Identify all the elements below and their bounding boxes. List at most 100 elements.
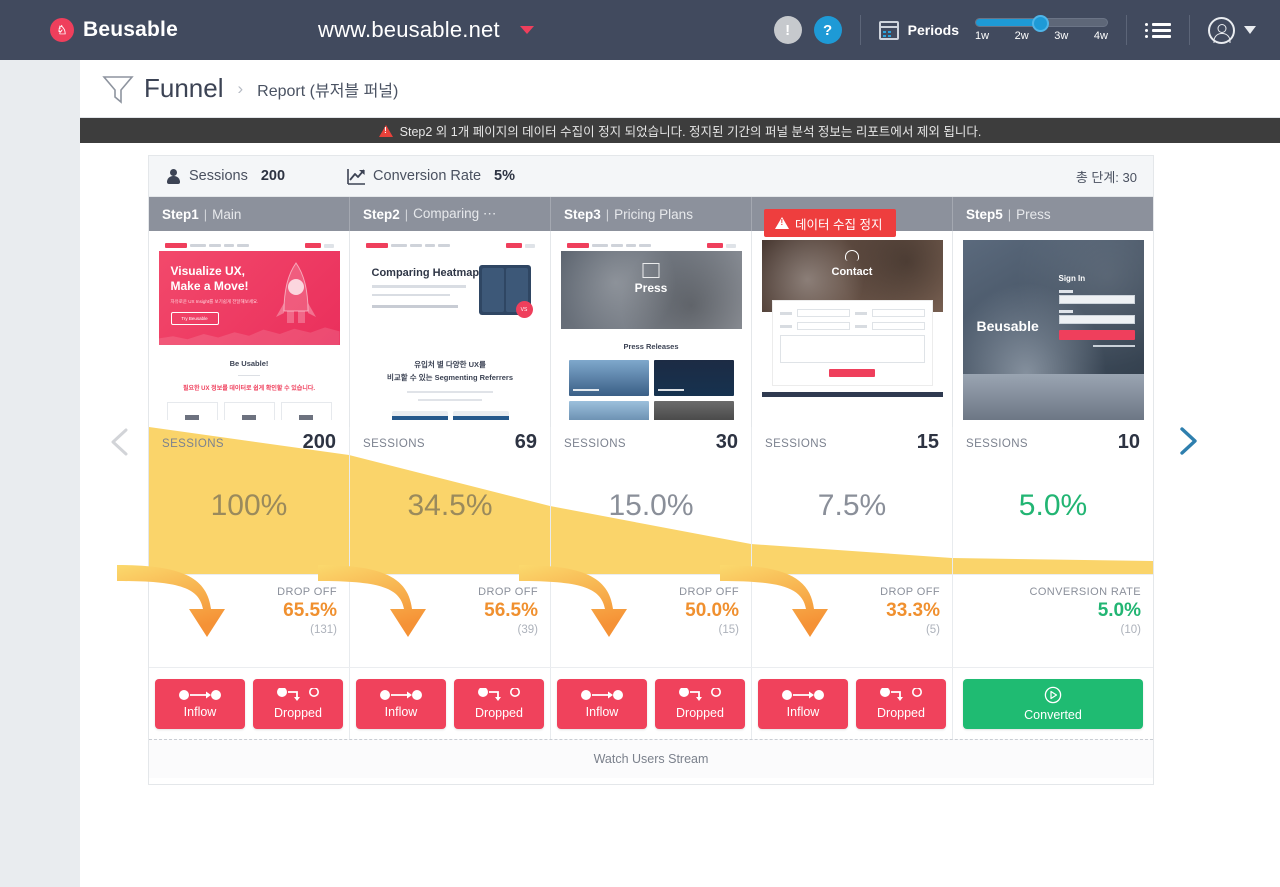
beusable-mark-icon: ♘ <box>50 18 74 42</box>
badge-warning-icon <box>775 217 789 229</box>
watch-users-stream-link[interactable]: Watch Users Stream <box>594 752 709 766</box>
step-header-2[interactable]: Step2 | Comparing ⋯ <box>350 197 551 231</box>
thumb2-section-line2: 비교할 수 있는 Segmenting Referrers <box>386 372 513 382</box>
thumb1-section-title: Be Usable! <box>229 359 269 368</box>
step-name: Press <box>1016 206 1051 222</box>
inflow-icon <box>380 689 422 700</box>
site-url-caret-icon[interactable] <box>520 26 534 34</box>
inflow-label-1: Inflow <box>183 704 217 719</box>
page-thumbnail-step5[interactable]: Beusable Sign In <box>962 240 1144 420</box>
inflow-button-2[interactable]: Inflow <box>356 678 446 729</box>
site-url-label[interactable]: www.beusable.net <box>318 17 500 43</box>
thumb5-signin-title: Sign In <box>1058 274 1086 283</box>
conversion-summary: Conversion Rate 5% <box>347 168 515 185</box>
percent-value-2: 34.5% <box>407 489 493 522</box>
dropped-label-3: Dropped <box>676 705 724 720</box>
dropped-button-1[interactable]: Dropped <box>253 678 343 729</box>
footer-strip: Watch Users Stream <box>149 739 1153 778</box>
step-header-3[interactable]: Step3 | Pricing Plans <box>551 197 752 231</box>
dropped-icon <box>880 687 922 701</box>
dropped-button-4[interactable]: Dropped <box>856 678 946 729</box>
thumbnail-cell-2[interactable]: Comparing Heatmaps VS 유입처 별 다양한 UX를 비교할 … <box>350 231 551 427</box>
period-tick-4w[interactable]: 4w <box>1094 30 1108 42</box>
dropoff-arrow-icon <box>318 565 426 637</box>
thumbnail-cell-3[interactable]: Press Press Releases <box>551 231 752 427</box>
step-divider: | <box>1007 206 1012 222</box>
help-icon[interactable]: ? <box>813 16 842 44</box>
step-number: Step3 <box>564 206 601 222</box>
inflow-button-3[interactable]: Inflow <box>557 678 647 729</box>
thumbnail-cell-5[interactable]: Beusable Sign In <box>953 231 1153 427</box>
page-thumbnail-step4[interactable]: Contact <box>761 240 943 420</box>
action-button-row: Inflow Dropped Inflow Dropped Inflow Dro… <box>149 667 1153 739</box>
warning-icon <box>378 124 393 137</box>
dropped-label-1: Dropped <box>274 705 322 720</box>
action-cell-3: Inflow Dropped <box>551 668 752 739</box>
play-circle-icon <box>1044 686 1062 703</box>
slider-track[interactable] <box>975 15 1108 32</box>
dropped-button-2[interactable]: Dropped <box>454 678 544 729</box>
thumb5-brand: Beusable <box>976 318 1039 334</box>
step-header-row: Step1 | Main Step2 | Comparing ⋯ Step3 |… <box>149 197 1153 231</box>
inflow-button-1[interactable]: Inflow <box>155 678 245 729</box>
dropped-button-3[interactable]: Dropped <box>655 678 745 729</box>
inflow-icon <box>782 689 824 700</box>
summary-bar: Sessions 200 Conversion Rate 5% 총 단계: 30 <box>149 156 1153 197</box>
dropoff-arrow-icon <box>519 565 627 637</box>
period-tick-2w[interactable]: 2w <box>1015 30 1029 42</box>
conversion-rate-count: (10) <box>1120 624 1141 636</box>
sessions-label-4: SESSIONS <box>765 438 827 450</box>
percent-value-4: 7.5% <box>817 489 887 522</box>
converted-button[interactable]: Converted <box>963 678 1143 729</box>
thumb2-section-line1: 유입처 별 다양한 UX를 <box>414 360 486 369</box>
step-name: Comparing ⋯ <box>413 206 497 221</box>
step-name: Pricing Plans <box>614 206 693 222</box>
inflow-icon <box>179 689 221 700</box>
list-icon[interactable] <box>1145 22 1171 38</box>
thumbnail-cell-4[interactable]: 데이터 수집 정지 Contact <box>752 209 953 427</box>
funnel-col-2: SESSIONS 69 34.5% <box>350 427 551 574</box>
brand-logo[interactable]: ♘ Beusable <box>50 18 178 42</box>
dropped-icon <box>679 687 721 701</box>
sessions-value-2: 69 <box>514 431 537 453</box>
dropoff-arrow-icon <box>117 565 225 637</box>
badge-text: 데이터 수집 정지 <box>795 217 883 232</box>
step-divider: | <box>605 206 610 222</box>
account-icon[interactable] <box>1208 16 1235 44</box>
breadcrumb-sub[interactable]: Report (뷰저블 퍼널) <box>257 77 398 101</box>
converted-label: Converted <box>1024 707 1082 722</box>
breadcrumb-main[interactable]: Funnel <box>144 73 224 104</box>
dropped-icon <box>277 687 319 701</box>
conversion-summary-value: 5% <box>494 168 516 184</box>
step-header-5[interactable]: Step5 | Press <box>953 197 1153 231</box>
funnel-metrics-row: SESSIONS 200 100% SESSIONS 69 34.5% SESS… <box>149 427 1153 574</box>
sessions-summary: Sessions 200 <box>165 168 285 184</box>
thumb3-section-title: Press Releases <box>623 342 679 351</box>
funnel-col-3: SESSIONS 30 15.0% <box>551 427 752 574</box>
step-number: Step1 <box>162 206 199 222</box>
prev-step-button[interactable] <box>104 425 138 459</box>
inflow-button-4[interactable]: Inflow <box>758 678 848 729</box>
period-tick-3w[interactable]: 3w <box>1054 30 1068 42</box>
step-thumbnail-row: Visualize UX, Make a Move! 자유로운 UX Insig… <box>149 209 1153 427</box>
dropped-label-4: Dropped <box>877 705 925 720</box>
action-cell-1: Inflow Dropped <box>149 668 350 739</box>
funnel-col-4: SESSIONS 15 7.5% <box>752 427 953 574</box>
periods-slider[interactable]: 1w 2w 3w 4w <box>975 15 1108 42</box>
alert-icon[interactable]: ! <box>773 16 802 44</box>
step-header-1[interactable]: Step1 | Main <box>149 197 350 231</box>
sessions-icon <box>165 168 182 184</box>
page-thumbnail-step2[interactable]: Comparing Heatmaps VS 유입처 별 다양한 UX를 비교할 … <box>359 240 541 420</box>
inflow-label-2: Inflow <box>384 704 418 719</box>
header-divider-2 <box>1126 15 1127 45</box>
header-divider-3 <box>1189 15 1190 45</box>
thumb2-vs-badge: VS <box>515 301 533 318</box>
account-caret-icon[interactable] <box>1244 26 1256 34</box>
rocket-icon <box>275 262 316 323</box>
thumbnail-cell-1[interactable]: Visualize UX, Make a Move! 자유로운 UX Insig… <box>149 231 350 427</box>
page-thumbnail-step1[interactable]: Visualize UX, Make a Move! 자유로운 UX Insig… <box>158 240 340 420</box>
step-divider: | <box>203 206 208 222</box>
period-tick-1w[interactable]: 1w <box>975 30 989 42</box>
page-thumbnail-step3[interactable]: Press Press Releases <box>560 240 742 420</box>
next-step-button[interactable] <box>1170 424 1204 458</box>
